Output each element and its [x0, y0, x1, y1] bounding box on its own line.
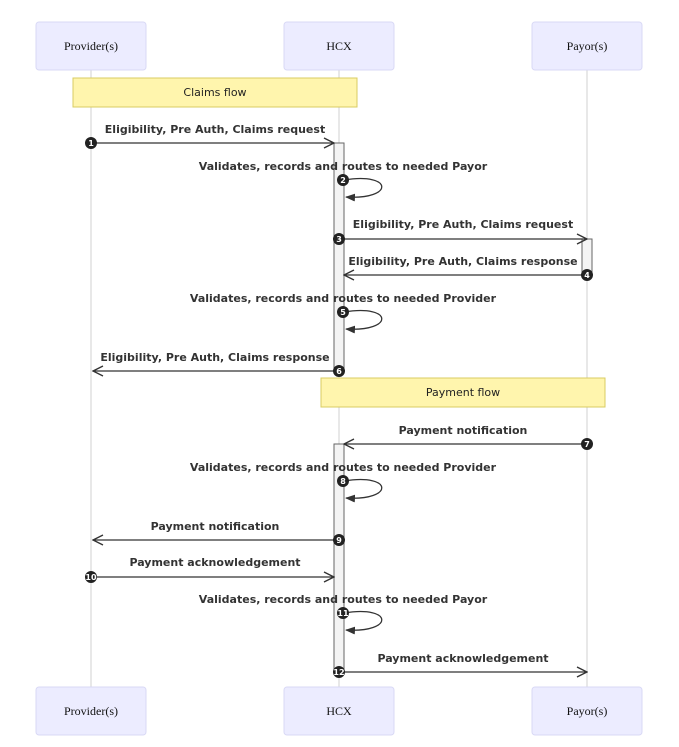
- sequence-number-text: 9: [336, 536, 342, 545]
- message-label: Payment acknowledgement: [377, 652, 548, 665]
- actor-label: HCX: [326, 39, 352, 53]
- actor-provider-top: Provider(s): [35, 21, 147, 71]
- sequence-number-text: 10: [85, 573, 97, 582]
- note-label: Claims flow: [183, 86, 246, 99]
- sequence-number-text: 5: [340, 308, 346, 317]
- sequence-number: 9: [333, 534, 345, 546]
- self-message-arrow: [343, 178, 383, 202]
- actor-provider-bottom: Provider(s): [35, 686, 147, 736]
- sequence-number: 2: [337, 174, 349, 186]
- sequence-number-text: 3: [336, 235, 342, 244]
- message-label: Payment notification: [399, 424, 528, 437]
- message-label: Eligibility, Pre Auth, Claims request: [353, 218, 573, 231]
- sequence-number-text: 8: [340, 477, 346, 486]
- note-claims-flow: Claims flow: [72, 77, 358, 108]
- message-label: Payment notification: [151, 520, 280, 533]
- actor-label: Provider(s): [64, 704, 118, 718]
- sequence-number-text: 2: [340, 176, 346, 185]
- sequence-number: 8: [337, 475, 349, 487]
- message-label: Validates, records and routes to needed …: [190, 292, 497, 305]
- actor-label: Payor(s): [567, 704, 608, 718]
- sequence-number-text: 4: [584, 271, 590, 280]
- message-label: Validates, records and routes to needed …: [199, 593, 488, 606]
- sequence-number: 6: [333, 365, 345, 377]
- sequence-number: 4: [581, 269, 593, 281]
- sequence-number-text: 7: [584, 440, 590, 449]
- message-label: Eligibility, Pre Auth, Claims response: [348, 255, 577, 268]
- sequence-number-text: 6: [336, 367, 342, 376]
- sequence-number-text: 12: [333, 668, 344, 677]
- actor-hcx-top: HCX: [283, 21, 395, 71]
- sequence-number: 11: [337, 607, 349, 619]
- message-label: Eligibility, Pre Auth, Claims response: [100, 351, 329, 364]
- message-3: Eligibility, Pre Auth, Claims request 3: [333, 218, 587, 245]
- message-1: Eligibility, Pre Auth, Claims request 1: [85, 123, 334, 149]
- message-label: Payment acknowledgement: [129, 556, 300, 569]
- message-label: Validates, records and routes to needed …: [199, 160, 488, 173]
- message-label: Eligibility, Pre Auth, Claims request: [105, 123, 325, 136]
- note-label: Payment flow: [426, 386, 500, 399]
- actor-label: Payor(s): [567, 39, 608, 53]
- message-9: Payment notification 9: [93, 520, 345, 546]
- sequence-number: 5: [337, 306, 349, 318]
- sequence-number-text: 11: [337, 609, 349, 618]
- self-message-arrow: [343, 310, 383, 334]
- sequence-number: 7: [581, 438, 593, 450]
- sequence-number-text: 1: [88, 139, 94, 148]
- self-message-arrow: [343, 479, 383, 503]
- sequence-number: 12: [333, 666, 345, 678]
- actor-payor-top: Payor(s): [531, 21, 643, 71]
- message-4: Eligibility, Pre Auth, Claims response 4: [344, 255, 593, 281]
- message-6: Eligibility, Pre Auth, Claims response 6: [93, 351, 345, 377]
- sequence-number: 10: [85, 571, 97, 583]
- actor-label: HCX: [326, 704, 352, 718]
- actor-payor-bottom: Payor(s): [531, 686, 643, 736]
- sequence-diagram: Claims flow Payment flow Eligibility, Pre…: [35, 21, 643, 736]
- message-10: Payment acknowledgement 10: [85, 556, 334, 583]
- note-payment-flow: Payment flow: [320, 377, 606, 408]
- message-7: Payment notification 7: [344, 424, 593, 450]
- actor-label: Provider(s): [64, 39, 118, 53]
- self-message-arrow: [343, 611, 383, 635]
- actor-hcx-bottom: HCX: [283, 686, 395, 736]
- message-label: Validates, records and routes to needed …: [190, 461, 497, 474]
- message-12: Payment acknowledgement 12: [333, 652, 587, 678]
- sequence-number: 3: [333, 233, 345, 245]
- sequence-number: 1: [85, 137, 97, 149]
